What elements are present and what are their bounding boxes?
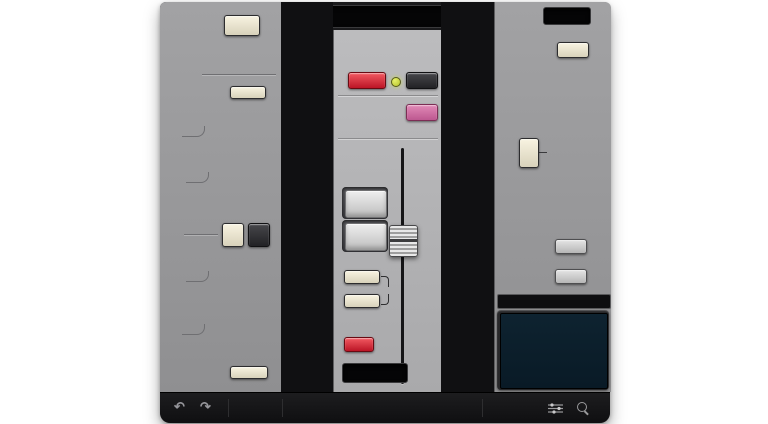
filters-eq-panel	[160, 2, 282, 392]
redo-icon[interactable]: ↷	[200, 399, 211, 415]
footer-divider	[228, 399, 229, 417]
comp-fast-button[interactable]	[557, 42, 589, 58]
input-meter-bars	[283, 56, 331, 388]
omega-button[interactable]	[406, 72, 438, 89]
routing-screen-bezel	[497, 310, 609, 390]
cut-button[interactable]	[345, 223, 387, 251]
gate-release-knob[interactable]	[488, 217, 560, 289]
dynamics-panel	[494, 2, 611, 392]
fader-cap[interactable]	[389, 225, 418, 257]
solo-bracket-top	[381, 276, 389, 287]
footer-divider	[482, 399, 483, 417]
solo-bracket-bottom	[381, 294, 389, 305]
compress-mix-display[interactable]	[543, 7, 591, 25]
channel-fader	[390, 148, 438, 388]
footer-divider	[282, 399, 283, 417]
screenshot-canvas: ↶ ↷	[0, 0, 768, 424]
settings-sliders-icon[interactable]	[548, 403, 563, 414]
search-icon[interactable]	[577, 402, 587, 412]
plugin-window: ↶ ↷	[160, 2, 610, 422]
solo-socket	[342, 187, 388, 219]
clear-button[interactable]	[344, 270, 380, 284]
dyn-connector	[539, 152, 547, 153]
blk-button[interactable]	[248, 223, 270, 247]
gate-fast-button[interactable]	[555, 269, 587, 284]
cut-socket	[342, 220, 388, 252]
output-meter-bars	[443, 56, 492, 388]
solo-button[interactable]	[345, 190, 387, 218]
brand-plate	[497, 294, 611, 309]
footer-bar: ↶ ↷	[160, 392, 610, 423]
filters-rule	[202, 74, 276, 75]
phase-button[interactable]	[406, 104, 438, 121]
lmf-div3-button[interactable]	[230, 366, 268, 379]
input-meter	[281, 2, 333, 394]
routing-screen[interactable]	[500, 313, 608, 389]
safe-button[interactable]	[344, 294, 380, 308]
hmf-x3-button[interactable]	[230, 86, 266, 99]
channel-controls-panel	[333, 30, 443, 392]
fader-track[interactable]	[401, 148, 404, 384]
out-trim-display[interactable]	[342, 363, 408, 383]
undo-icon[interactable]: ↶	[174, 399, 185, 415]
exp-button[interactable]	[555, 239, 587, 254]
sidechain-button[interactable]	[344, 337, 374, 352]
preset-display[interactable]	[315, 5, 459, 28]
